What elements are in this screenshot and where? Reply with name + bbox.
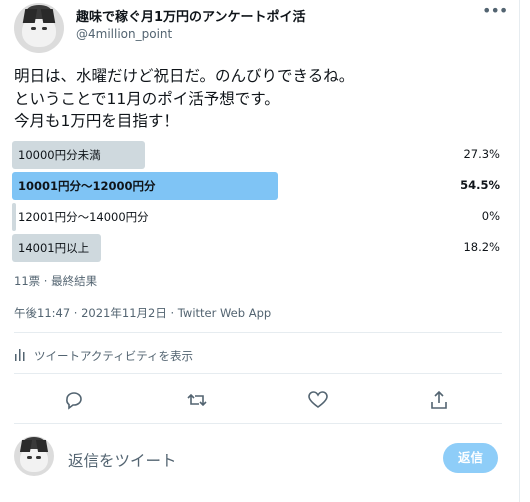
retweet-icon[interactable] — [186, 389, 208, 411]
poll-option-label: 10000円分未満 — [18, 148, 101, 162]
poll-option-label: 12001円分～14000円分 — [18, 210, 149, 224]
tweet-text-line: 明日は、水曜だけど祝日だ。のんびりできるね。 — [14, 67, 355, 85]
author-display-name[interactable]: 趣味で稼ぐ月1万円のアンケートポイ活 — [76, 6, 306, 25]
more-options-icon[interactable]: ••• — [482, 3, 508, 20]
poll-option: 12001円分～14000円分 0% — [12, 203, 500, 231]
analytics-icon — [14, 348, 26, 364]
tweet-text: 明日は、水曜だけど祝日だ。のんびりできるね。 ということで11月のポイ活予想です… — [14, 65, 354, 133]
poll-option: 10000円分未満 27.3% — [12, 141, 500, 169]
divider — [14, 423, 502, 424]
like-icon[interactable] — [307, 389, 329, 411]
tweet-timestamp[interactable]: 午後11:47 · 2021年11月2日 · Twitter Web App — [14, 305, 271, 321]
reply-input[interactable]: 返信をツイート — [68, 449, 177, 471]
reply-icon[interactable] — [63, 389, 85, 411]
divider — [14, 373, 502, 374]
poll-option-winner: 10001円分～12000円分 54.5% — [12, 172, 500, 200]
poll-option-label: 14001円以上 — [18, 241, 90, 255]
poll-option-label: 10001円分～12000円分 — [18, 179, 156, 193]
poll-bar — [12, 203, 16, 231]
tweet-text-line: 今月も1万円を目指す！ — [14, 112, 179, 130]
poll-option-percent: 18.2% — [463, 240, 500, 254]
poll-option-percent: 0% — [481, 209, 500, 223]
tweet-actions — [0, 385, 530, 415]
timeline-border — [519, 0, 520, 502]
poll-option: 14001円以上 18.2% — [12, 234, 500, 262]
divider — [14, 332, 502, 333]
reply-button[interactable]: 返信 — [443, 443, 498, 473]
author-handle[interactable]: @4million_point — [76, 27, 172, 41]
tweet-text-line: ということで11月のポイ活予想です。 — [14, 89, 280, 108]
tweet-activity-label: ツイートアクティビティを表示 — [34, 349, 194, 363]
current-user-avatar — [14, 436, 54, 476]
share-icon[interactable] — [428, 389, 450, 411]
tweet-activity-link[interactable]: ツイートアクティビティを表示 — [14, 348, 193, 364]
poll-votes-status: 11票 · 最終結果 — [14, 274, 98, 288]
poll-option-percent: 27.3% — [463, 147, 500, 161]
poll-option-percent: 54.5% — [460, 178, 500, 192]
author-avatar[interactable] — [14, 3, 64, 53]
